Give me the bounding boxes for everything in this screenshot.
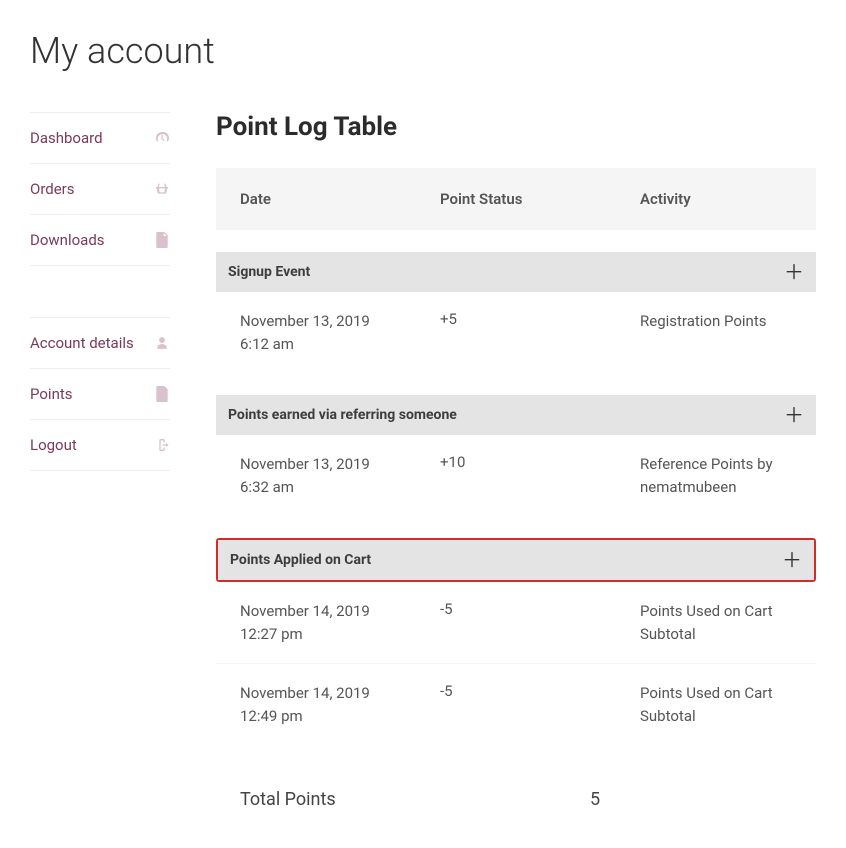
sidebar-item-label: Orders [30, 180, 75, 198]
cell-date: November 14, 201912:49 pm [240, 682, 440, 727]
main-content: Point Log Table Date Point Status Activi… [216, 112, 816, 818]
group-header[interactable]: Points Applied on Cart ＋ [218, 540, 814, 580]
user-icon [154, 335, 170, 351]
log-group: Points earned via referring someone ＋ Nove… [216, 395, 816, 516]
total-label: Total Points [240, 789, 590, 810]
cell-date: November 13, 20196:32 am [240, 453, 440, 498]
sidebar-item-label: Downloads [30, 231, 105, 249]
sidebar-item-label: Dashboard [30, 129, 103, 147]
group-title: Signup Event [228, 264, 310, 280]
group-title: Points Applied on Cart [230, 552, 371, 568]
cell-activity: Reference Points by nematmubeen [640, 453, 792, 498]
table-row: November 14, 201912:49 pm-5Points Used o… [216, 664, 816, 745]
file-icon [154, 232, 170, 248]
sidebar-item-label: Account details [30, 334, 134, 352]
cell-activity: Points Used on Cart Subtotal [640, 682, 792, 727]
basket-icon [154, 181, 170, 197]
sidebar-item-blank [30, 265, 170, 317]
sidebar-nav: Dashboard Orders Downloads Account detai… [30, 112, 170, 818]
table-row: November 13, 20196:12 am+5Registration P… [216, 292, 816, 373]
group-header[interactable]: Signup Event ＋ [216, 252, 816, 292]
main-title: Point Log Table [216, 112, 816, 142]
group-title: Points earned via referring someone [228, 407, 457, 423]
dashboard-icon [154, 130, 170, 146]
plus-icon[interactable]: ＋ [784, 262, 804, 282]
table-row: November 14, 201912:27 pm-5Points Used o… [216, 582, 816, 664]
sidebar-item-label: Points [30, 385, 73, 403]
cell-status: +5 [440, 310, 640, 355]
log-group: Points Applied on Cart ＋ November 14, 2019… [216, 538, 816, 745]
plus-icon[interactable]: ＋ [782, 550, 802, 570]
sidebar-item-label: Logout [30, 436, 77, 454]
table-header: Date Point Status Activity [216, 168, 816, 230]
col-header-status: Point Status [440, 190, 640, 208]
cell-date: November 14, 201912:27 pm [240, 600, 440, 645]
log-group: Signup Event ＋ November 13, 20196:12 am+5R… [216, 252, 816, 373]
col-header-date: Date [240, 190, 440, 208]
cell-activity: Points Used on Cart Subtotal [640, 600, 792, 645]
total-row: Total Points 5 [216, 767, 816, 818]
sidebar-item-points[interactable]: Points [30, 368, 170, 419]
cell-status: -5 [440, 682, 640, 727]
doc-icon [154, 386, 170, 402]
sidebar-item-orders[interactable]: Orders [30, 163, 170, 214]
sidebar-item-downloads[interactable]: Downloads [30, 214, 170, 265]
cell-date: November 13, 20196:12 am [240, 310, 440, 355]
cell-activity: Registration Points [640, 310, 792, 355]
sidebar-item-account-details[interactable]: Account details [30, 317, 170, 368]
plus-icon[interactable]: ＋ [784, 405, 804, 425]
cell-status: -5 [440, 600, 640, 645]
sidebar-item-logout[interactable]: Logout [30, 419, 170, 471]
page-title: My account [30, 30, 816, 72]
total-value: 5 [590, 789, 792, 810]
table-row: November 13, 20196:32 am+10Reference Poi… [216, 435, 816, 516]
signout-icon [154, 437, 170, 453]
sidebar-item-dashboard[interactable]: Dashboard [30, 112, 170, 163]
cell-status: +10 [440, 453, 640, 498]
col-header-activity: Activity [640, 190, 792, 208]
group-header[interactable]: Points earned via referring someone ＋ [216, 395, 816, 435]
